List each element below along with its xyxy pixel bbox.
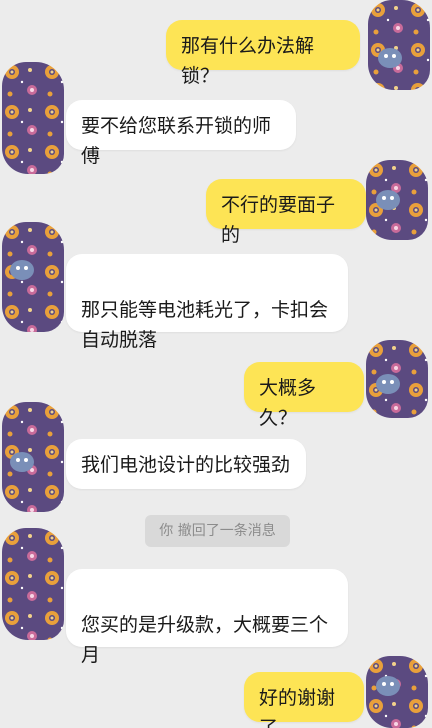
avatar-self[interactable]	[368, 0, 430, 90]
message-bubble-outgoing[interactable]: 不行的要面子的	[206, 179, 366, 246]
avatar-self[interactable]	[366, 340, 428, 418]
avatar-contact[interactable]	[2, 222, 64, 332]
message-text: 您买的是升级款，大概要三个 月	[81, 614, 329, 666]
message-text: 不行的要面子的	[221, 194, 336, 246]
message-text: 要不给您联系开锁的师傅	[81, 115, 272, 167]
message-bubble-outgoing[interactable]: 好的谢谢了	[244, 672, 364, 728]
system-notice-text: 你 撤回了一条消息	[159, 523, 276, 539]
system-notice-recalled: 你 撤回了一条消息	[145, 515, 290, 547]
avatar-contact[interactable]	[2, 402, 64, 512]
avatar-contact[interactable]	[2, 528, 64, 640]
message-bubble-incoming[interactable]: 您买的是升级款，大概要三个 月	[66, 569, 348, 666]
message-text: 我们电池设计的比较强劲	[81, 454, 291, 476]
message-bubble-outgoing[interactable]: 那有什么办法解锁？	[166, 20, 360, 87]
message-text: 那有什么办法解锁？	[181, 35, 315, 87]
avatar-contact[interactable]	[2, 62, 64, 174]
message-bubble-incoming[interactable]: 我们电池设计的比较强劲	[66, 439, 306, 489]
avatar-self[interactable]	[366, 160, 428, 240]
message-text: 好的谢谢了	[259, 687, 336, 728]
avatar-self[interactable]	[366, 656, 428, 728]
chat-view: 那有什么办法解锁？ 要不给您联系开锁的师傅 不行的要面子的 那只能等电池耗光了，…	[0, 0, 432, 728]
message-bubble-outgoing[interactable]: 大概多久？	[244, 362, 364, 429]
message-bubble-incoming[interactable]: 要不给您联系开锁的师傅	[66, 100, 296, 167]
message-text: 那只能等电池耗光了，卡扣会 自动脱落	[81, 299, 329, 351]
message-text: 大概多久？	[259, 377, 317, 429]
message-bubble-incoming[interactable]: 那只能等电池耗光了，卡扣会 自动脱落	[66, 254, 348, 351]
